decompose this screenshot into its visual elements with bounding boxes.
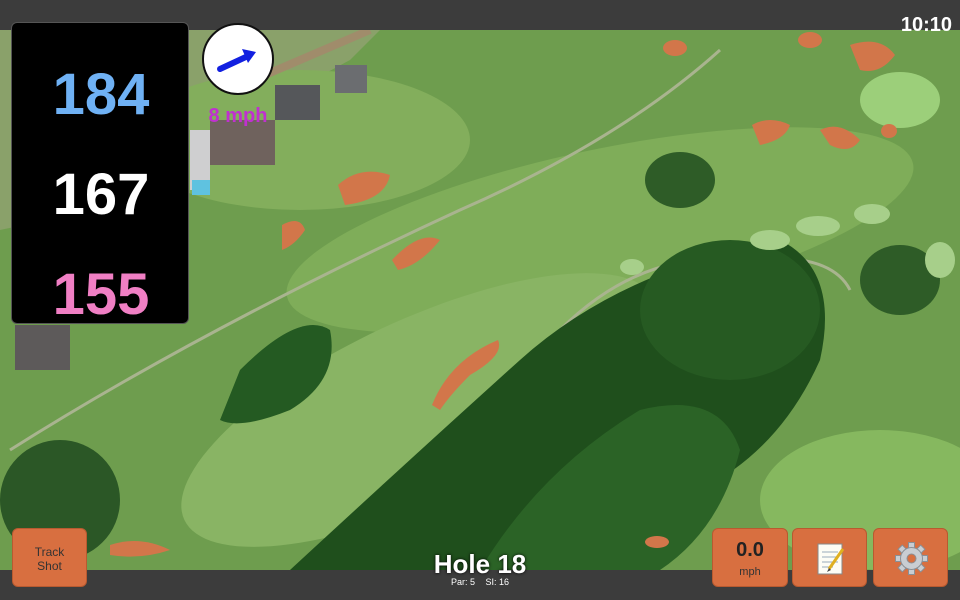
- gear-icon: [895, 542, 928, 575]
- wind-speed-label: 8 mph: [208, 105, 268, 127]
- arrow-right-icon: [217, 49, 256, 72]
- wind-direction-indicator: [202, 23, 274, 95]
- distance-panel: 184 167 155: [11, 22, 189, 327]
- hole-title[interactable]: Hole 18: [380, 549, 580, 580]
- back-of-green-distance: 184: [52, 62, 150, 127]
- middle-of-green-distance: 167: [52, 162, 150, 227]
- speed-unit: mph: [739, 566, 761, 578]
- track-shot-label-line2: Shot: [37, 559, 62, 573]
- hole-stroke-index: SI: 16: [485, 577, 510, 587]
- clock: 10:10: [900, 14, 952, 36]
- notepad-icon: [817, 543, 845, 575]
- speed-value: 0.0: [736, 539, 764, 561]
- speed-button[interactable]: 0.0 mph: [712, 528, 788, 587]
- notes-button[interactable]: [792, 528, 867, 587]
- settings-button[interactable]: [873, 528, 948, 587]
- track-shot-label-line1: Track: [34, 545, 65, 559]
- front-of-green-distance: 155: [52, 262, 150, 327]
- hole-par: Par: 5: [450, 577, 475, 587]
- hole-info: Par: 5 SI: 16: [380, 577, 580, 587]
- track-shot-button[interactable]: Track Shot: [12, 528, 87, 587]
